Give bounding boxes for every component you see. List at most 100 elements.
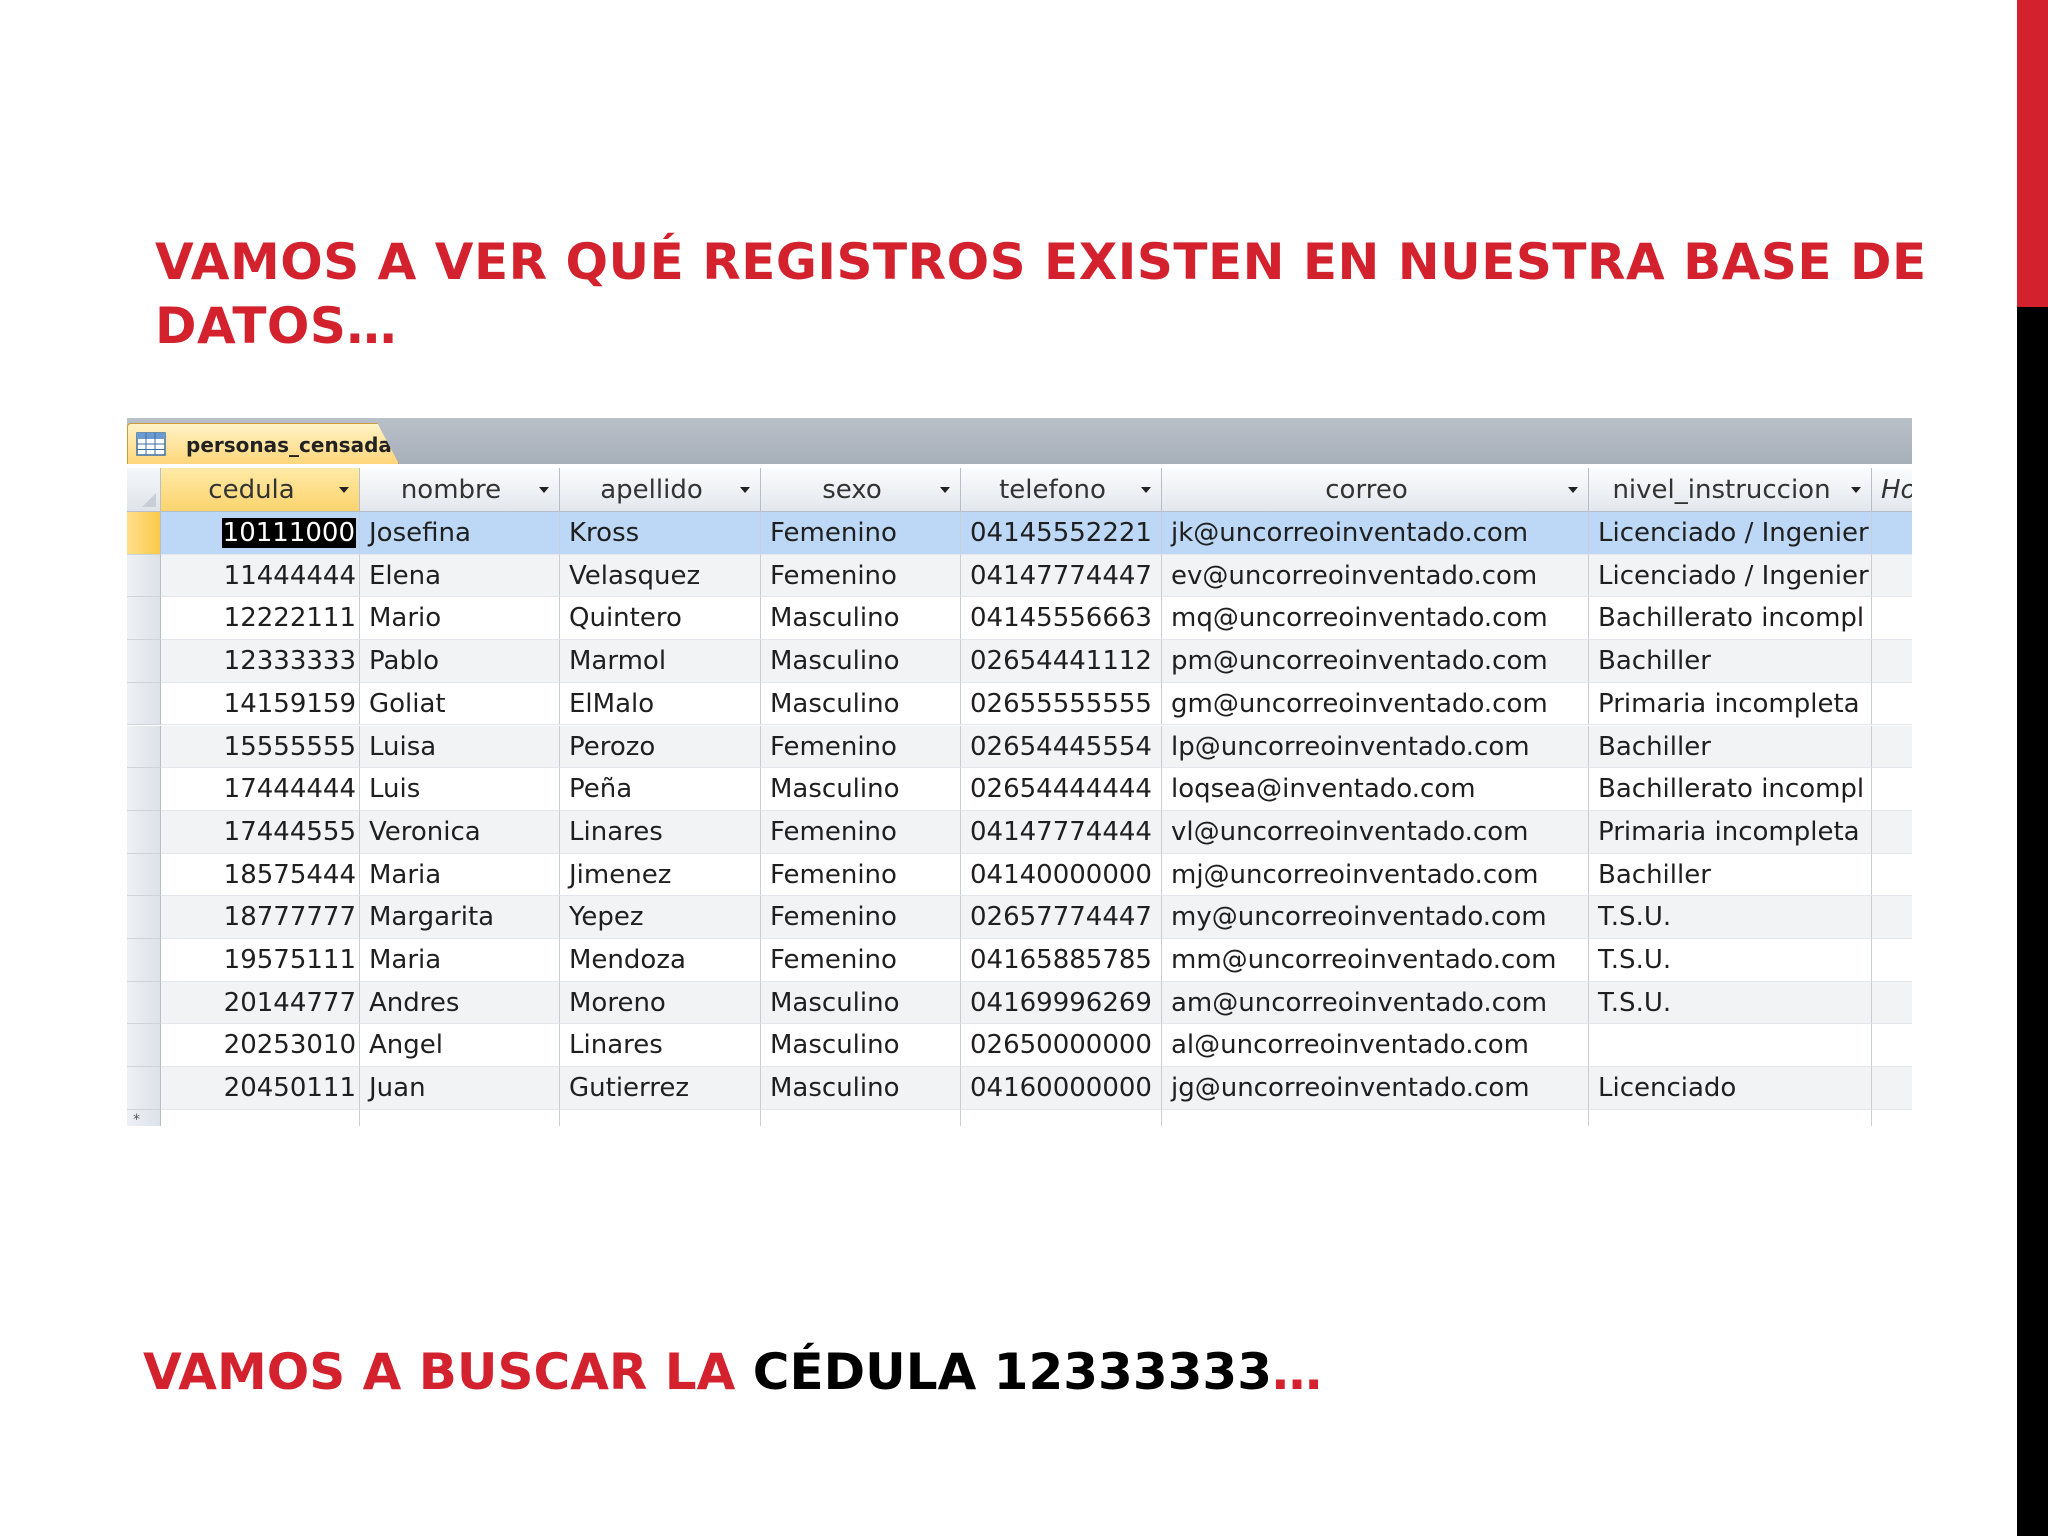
cell-telefono[interactable]: 04145556663 [961,597,1162,641]
cell-cedula[interactable]: 19575111 [161,939,360,982]
cell-nombre[interactable]: Pablo [360,640,560,683]
cell-cedula[interactable]: 15555555 [161,725,360,769]
cell-telefono[interactable]: 02655555555 [961,682,1162,726]
new-cell-telefono[interactable] [961,1109,1162,1126]
cell-telefono[interactable]: 04165885785 [961,939,1162,982]
cell-sexo[interactable]: Femenino [761,853,961,897]
cell-nombre[interactable]: Andres [360,981,560,1025]
cell-apellido[interactable]: Marmol [560,640,761,683]
cell-nombre[interactable]: Goliat [360,682,560,726]
column-header-apellido[interactable]: apellido [560,468,761,512]
cell-sexo[interactable]: Femenino [761,939,961,982]
cell-sexo[interactable]: Femenino [761,725,961,769]
column-header-nivel-instruccion[interactable]: nivel_instruccion [1589,468,1872,512]
cell-correo[interactable]: am@uncorreoinventado.com [1162,981,1589,1025]
cell-nombre[interactable]: Josefina [360,512,560,555]
cell-nivel-instruccion[interactable]: T.S.U. [1589,896,1872,939]
cell-nivel-instruccion[interactable]: Bachiller [1589,725,1872,769]
cell-sexo[interactable]: Masculino [761,981,961,1025]
cell-apellido[interactable]: Perozo [560,725,761,769]
cell-sexo[interactable]: Masculino [761,682,961,726]
cell-cedula[interactable]: 17444444 [161,768,360,811]
cell-correo[interactable]: vl@uncorreoinventado.com [1162,810,1589,854]
new-cell-sexo[interactable] [761,1109,961,1126]
cell-nombre[interactable]: Maria [360,853,560,897]
cell-ho[interactable] [1872,896,1912,939]
cell-sexo[interactable]: Masculino [761,768,961,811]
cell-sexo[interactable]: Femenino [761,896,961,939]
cell-cedula[interactable]: 20144777 [161,981,360,1025]
cell-apellido[interactable]: Velasquez [560,554,761,598]
cell-cedula[interactable]: 20253010 [161,1024,360,1068]
cell-ho[interactable] [1872,981,1912,1025]
cell-sexo[interactable]: Femenino [761,554,961,598]
cell-correo[interactable]: gm@uncorreoinventado.com [1162,682,1589,726]
dropdown-arrow-icon[interactable] [1568,487,1578,493]
column-header-telefono[interactable]: telefono [961,468,1162,512]
cell-sexo[interactable]: Masculino [761,1024,961,1068]
cell-correo[interactable]: pm@uncorreoinventado.com [1162,640,1589,683]
cell-correo[interactable]: lp@uncorreoinventado.com [1162,725,1589,769]
cell-telefono[interactable]: 04160000000 [961,1067,1162,1110]
cell-correo[interactable]: mj@uncorreoinventado.com [1162,853,1589,897]
column-header-nombre[interactable]: nombre [360,468,560,512]
cell-telefono[interactable]: 04147774447 [961,554,1162,598]
dropdown-arrow-icon[interactable] [539,487,549,493]
cell-cedula[interactable]: 11444444 [161,554,360,598]
cell-apellido[interactable]: Quintero [560,597,761,641]
cell-ho[interactable] [1872,597,1912,641]
new-cell-nivel-instruccion[interactable] [1589,1109,1872,1126]
cell-apellido[interactable]: Linares [560,1024,761,1068]
cell-nivel-instruccion[interactable]: Bachillerato incompl [1589,768,1872,811]
dropdown-arrow-icon[interactable] [339,487,349,493]
cell-telefono[interactable]: 02654441112 [961,640,1162,683]
cell-nombre[interactable]: Maria [360,939,560,982]
cell-sexo[interactable]: Masculino [761,640,961,683]
cell-ho[interactable] [1872,725,1912,769]
new-record-row[interactable] [127,1109,1912,1126]
new-cell-correo[interactable] [1162,1109,1589,1126]
cell-ho[interactable] [1872,682,1912,726]
cell-apellido[interactable]: Linares [560,810,761,854]
cell-nombre[interactable]: Angel [360,1024,560,1068]
column-header-sexo[interactable]: sexo [761,468,961,512]
cell-ho[interactable] [1872,810,1912,854]
cell-cedula[interactable]: 12222111 [161,597,360,641]
cell-sexo[interactable]: Femenino [761,810,961,854]
cell-sexo[interactable]: Masculino [761,597,961,641]
cell-ho[interactable] [1872,768,1912,811]
cell-nombre[interactable]: Juan [360,1067,560,1110]
cell-correo[interactable]: jg@uncorreoinventado.com [1162,1067,1589,1110]
column-header-correo[interactable]: correo [1162,468,1589,512]
cell-ho[interactable] [1872,640,1912,683]
cell-apellido[interactable]: Kross [560,512,761,555]
cell-nivel-instruccion[interactable] [1589,1024,1872,1068]
cell-nivel-instruccion[interactable]: Bachillerato incompl [1589,597,1872,641]
new-cell-ho[interactable] [1872,1109,1912,1126]
column-header-ho[interactable]: Ho [1872,468,1912,512]
cell-nombre[interactable]: Luis [360,768,560,811]
cell-cedula[interactable]: 18575444 [161,853,360,897]
cell-nivel-instruccion[interactable]: T.S.U. [1589,981,1872,1025]
cell-nombre[interactable]: Veronica [360,810,560,854]
select-all-corner[interactable] [127,468,161,512]
cell-sexo[interactable]: Femenino [761,512,961,555]
cell-telefono[interactable]: 04140000000 [961,853,1162,897]
cell-nivel-instruccion[interactable]: Licenciado / Ingenier [1589,554,1872,598]
cell-nivel-instruccion[interactable]: Primaria incompleta [1589,810,1872,854]
cell-sexo[interactable]: Masculino [761,1067,961,1110]
cell-correo[interactable]: al@uncorreoinventado.com [1162,1024,1589,1068]
new-cell-nombre[interactable] [360,1109,560,1126]
new-cell-apellido[interactable] [560,1109,761,1126]
cell-apellido[interactable]: Jimenez [560,853,761,897]
cell-telefono[interactable]: 02654445554 [961,725,1162,769]
cell-ho[interactable] [1872,853,1912,897]
cell-nivel-instruccion[interactable]: Bachiller [1589,853,1872,897]
document-tab-personas-censadas[interactable]: personas_censadas [127,423,399,464]
cell-nivel-instruccion[interactable]: Bachiller [1589,640,1872,683]
cell-ho[interactable] [1872,554,1912,598]
cell-correo[interactable]: mm@uncorreoinventado.com [1162,939,1589,982]
cell-nivel-instruccion[interactable]: Licenciado / Ingenier [1589,512,1872,555]
cell-correo[interactable]: ev@uncorreoinventado.com [1162,554,1589,598]
cell-apellido[interactable]: Mendoza [560,939,761,982]
